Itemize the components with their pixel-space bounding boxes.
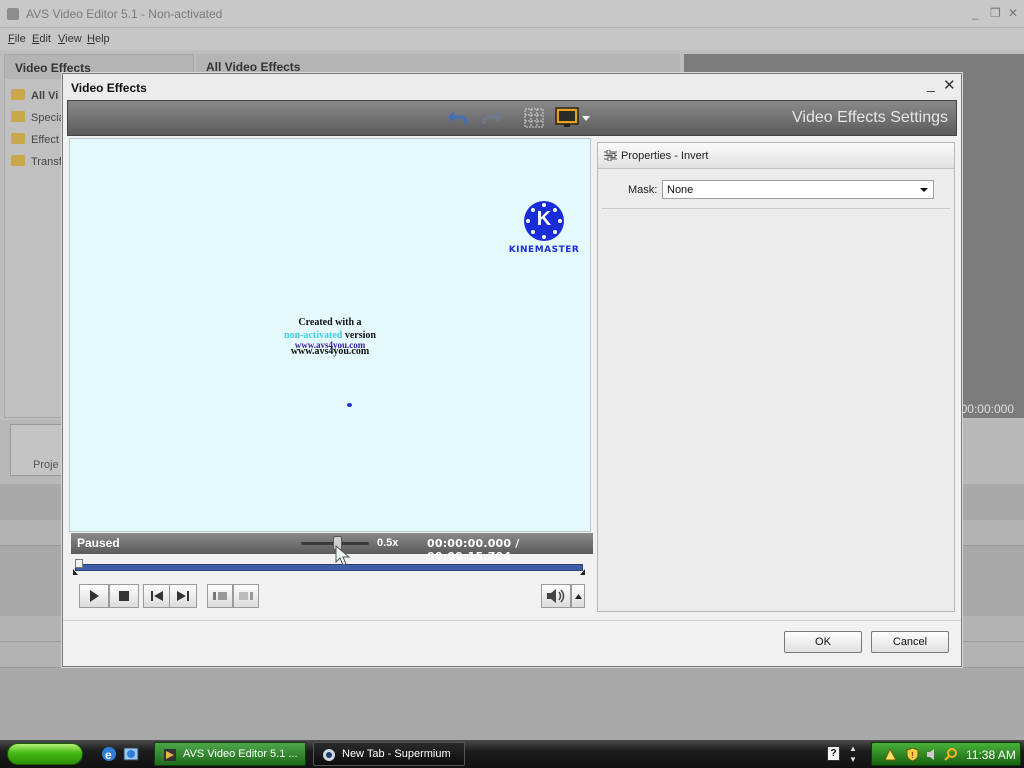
stop-button[interactable]: [109, 584, 139, 608]
folder-icon: [11, 111, 25, 122]
mask-label: Mask:: [628, 184, 658, 196]
mark-in-icon: [213, 592, 227, 600]
internet-explorer-icon[interactable]: e: [100, 745, 118, 763]
mask-select[interactable]: None: [662, 180, 934, 199]
clock: 11:38 AM: [966, 748, 1016, 762]
folder-icon: [11, 133, 25, 144]
play-button[interactable]: [79, 584, 109, 608]
taskbar-item-avs[interactable]: AVS Video Editor 5.1 ...: [154, 742, 306, 766]
search-icon[interactable]: [944, 748, 957, 761]
svg-text:!: !: [911, 751, 914, 760]
seek-start-marker[interactable]: [73, 569, 78, 575]
menu-help[interactable]: Help: [87, 33, 110, 45]
minimize-icon[interactable]: _: [972, 6, 979, 20]
desktop-shortcut-icon[interactable]: [122, 745, 140, 763]
seek-bar[interactable]: [73, 559, 585, 575]
mouse-cursor-icon: [335, 544, 351, 570]
background-preview-time: 00:00:000: [960, 402, 1014, 416]
kinemaster-logo: K: [524, 201, 564, 241]
properties-header: Properties - Invert: [598, 143, 954, 169]
avs-app-icon: [7, 8, 19, 20]
skip-forward-icon: [177, 591, 189, 601]
chevron-down-icon[interactable]: [580, 106, 592, 130]
start-button[interactable]: [7, 743, 83, 765]
taskbar-item-supermium[interactable]: New Tab - Supermium: [313, 742, 465, 766]
volume-button[interactable]: [541, 584, 571, 608]
dialog-title-bar: Video Effects _ ✕: [63, 74, 961, 100]
watermark-line-1: Created with a: [298, 317, 362, 328]
folder-icon: [11, 155, 25, 166]
redo-icon[interactable]: [478, 106, 504, 130]
avs-app-icon: [163, 748, 177, 762]
dialog-minimize-icon[interactable]: _: [927, 76, 935, 92]
tree-item-effects[interactable]: Effect: [11, 133, 59, 151]
menu-edit[interactable]: Edit: [32, 33, 51, 45]
watermark-line-4: www.avs4you.com: [290, 346, 370, 357]
tree-item-transform[interactable]: Transf: [11, 155, 62, 173]
dialog-toolbar: Video Effects Settings: [67, 100, 957, 136]
menu-file[interactable]: File: [8, 33, 26, 45]
next-frame-button[interactable]: [169, 584, 197, 608]
tree-item-special[interactable]: Specia: [11, 111, 65, 129]
close-icon[interactable]: ✕: [1008, 6, 1018, 20]
menu-view[interactable]: View: [58, 33, 82, 45]
properties-title: Properties - Invert: [621, 150, 709, 162]
background-window-title: AVS Video Editor 5.1 - Non-activated: [26, 7, 223, 21]
kinemaster-wordmark: KINEMASTER: [508, 245, 580, 255]
folder-icon: [11, 89, 25, 100]
playback-status-bar: Paused 0.5x 00:00:00.000 / 00:00:15.704: [71, 533, 593, 563]
grid-icon[interactable]: [521, 106, 547, 130]
mark-out-button[interactable]: [233, 584, 259, 608]
restore-icon[interactable]: ❐: [990, 6, 1001, 20]
cancel-button[interactable]: Cancel: [871, 631, 949, 653]
security-shield-icon[interactable]: !: [906, 747, 919, 762]
ok-button[interactable]: OK: [784, 631, 862, 653]
play-icon: [90, 590, 99, 602]
mark-out-icon: [239, 592, 253, 600]
mark-in-button[interactable]: [207, 584, 233, 608]
chevron-up-icon: [574, 593, 582, 599]
mask-select-value: None: [667, 184, 694, 196]
volume-menu-button[interactable]: [571, 584, 585, 608]
preview-dot: [347, 403, 352, 407]
properties-divider: [602, 208, 950, 209]
browser-icon: [322, 748, 336, 762]
dialog-divider: [63, 620, 961, 621]
svg-text:e: e: [105, 748, 112, 762]
language-arrows-icon[interactable]: ▲ ▼: [849, 743, 857, 765]
toolbar-heading: Video Effects Settings: [792, 109, 948, 126]
system-tray: ! 11:38 AM: [871, 742, 1021, 766]
help-icon[interactable]: ?: [827, 746, 840, 761]
monitor-icon[interactable]: [554, 106, 580, 130]
seek-track[interactable]: [75, 564, 583, 571]
network-icon[interactable]: [884, 747, 897, 761]
seek-end-marker[interactable]: [580, 569, 585, 575]
seek-thumb[interactable]: [75, 559, 83, 568]
chevron-down-icon: [920, 188, 928, 192]
skip-back-icon: [151, 591, 163, 601]
volume-icon[interactable]: [926, 748, 939, 761]
project-button[interactable]: Proje: [10, 424, 70, 476]
previous-frame-button[interactable]: [143, 584, 171, 608]
video-effects-dialog: Video Effects _ ✕ Video Effects Settings…: [62, 73, 962, 667]
taskbar: e AVS Video Editor 5.1 ... New Tab - Sup…: [0, 740, 1024, 768]
playback-time: 00:00:00.000 / 00:00:15.704: [427, 537, 520, 563]
undo-icon[interactable]: [446, 106, 472, 130]
background-title-bar: AVS Video Editor 5.1 - Non-activated _ ❐…: [0, 0, 1024, 28]
speaker-icon: [547, 589, 565, 603]
tree-item-all[interactable]: All Vi: [11, 89, 58, 107]
menu-bar: File Edit View Help: [0, 28, 1024, 50]
dialog-close-icon[interactable]: ✕: [943, 76, 956, 94]
properties-panel: Properties - Invert Mask: None: [597, 142, 955, 612]
video-preview: K KINEMASTER Created with a non-activate…: [69, 138, 591, 532]
playback-speed: 0.5x: [377, 537, 399, 549]
stop-icon: [119, 591, 129, 601]
playback-state: Paused: [77, 536, 120, 550]
sliders-icon: [604, 149, 617, 164]
dialog-title: Video Effects: [71, 81, 147, 95]
